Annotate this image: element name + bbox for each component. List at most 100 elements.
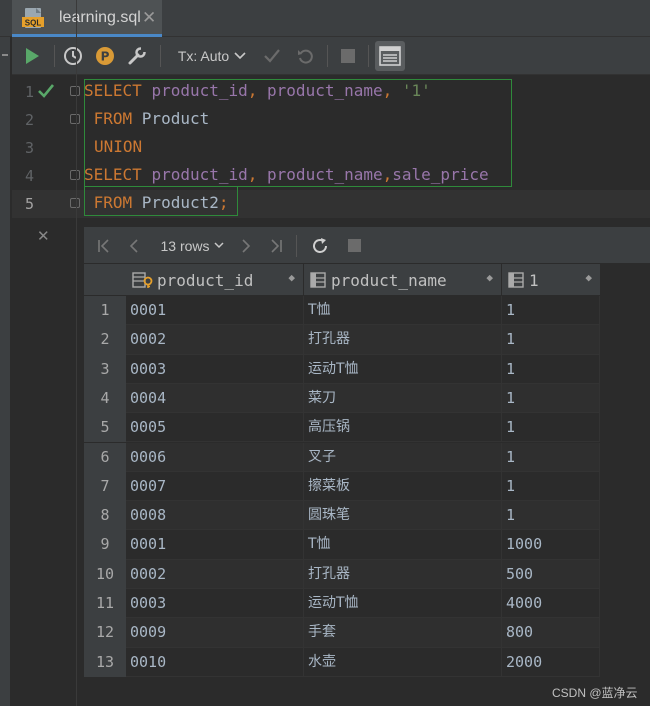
column-header-product-id[interactable]: product_id ◆ — [126, 264, 304, 296]
cell-product-id[interactable]: 0003 — [126, 354, 304, 384]
cell-product-name[interactable]: 圆珠笔 — [304, 501, 502, 531]
rollback-button[interactable] — [294, 37, 318, 75]
table-row[interactable]: 2 0002 打孔器 1 — [84, 325, 600, 355]
cell-product-id[interactable]: 0005 — [126, 413, 304, 443]
console-button[interactable] — [375, 41, 405, 71]
cell-product-name[interactable]: 运动T恤 — [304, 354, 502, 384]
sort-icon[interactable]: ◆ — [486, 271, 493, 284]
cell-value[interactable]: 1 — [502, 442, 600, 472]
cell-product-name[interactable]: 高压锅 — [304, 413, 502, 443]
cell-product-id[interactable]: 0001 — [126, 296, 304, 326]
cell-product-id[interactable]: 0001 — [126, 530, 304, 560]
code-line: FROM Product — [84, 109, 210, 128]
column-icon — [508, 272, 524, 288]
prev-page-button[interactable] — [122, 227, 146, 264]
fold-marker[interactable] — [70, 170, 80, 180]
sql-editor[interactable]: 1 2 3 4 5 SELECT product_id, product_nam… — [12, 76, 650, 224]
cell-product-name[interactable]: 水壶 — [304, 647, 502, 677]
sort-icon[interactable]: ◆ — [585, 271, 592, 284]
sort-icon[interactable]: ◆ — [288, 271, 295, 284]
cell-product-id[interactable]: 0007 — [126, 471, 304, 502]
table-row[interactable]: 5 0005 高压锅 1 — [84, 413, 600, 443]
cell-value[interactable]: 1 — [502, 383, 600, 414]
table-row[interactable]: 6 0006 叉子 1 — [84, 442, 600, 472]
cell-product-id[interactable]: 0006 — [126, 442, 304, 472]
cell-product-id[interactable]: 0003 — [126, 589, 304, 619]
cell-product-id[interactable]: 0010 — [126, 647, 304, 677]
cell-product-id[interactable]: 0008 — [126, 501, 304, 531]
cell-value[interactable]: 1000 — [502, 530, 600, 560]
cell-product-name[interactable]: 运动T恤 — [304, 589, 502, 619]
cell-value[interactable]: 1 — [502, 325, 600, 355]
table-row[interactable]: 4 0004 菜刀 1 — [84, 383, 600, 414]
cell-product-id[interactable]: 0004 — [126, 383, 304, 414]
cell-value[interactable]: 1 — [502, 413, 600, 443]
run-button[interactable] — [18, 37, 46, 75]
row-number: 4 — [84, 383, 126, 414]
chevron-left-icon — [129, 238, 138, 253]
cell-product-name[interactable]: T恤 — [304, 296, 502, 326]
transaction-mode-dropdown[interactable]: Tx: Auto — [172, 37, 252, 75]
table-row[interactable]: 1 0001 T恤 1 — [84, 296, 600, 326]
code-token: , — [247, 165, 268, 184]
code-token: product_name — [267, 81, 383, 100]
cell-value[interactable]: 800 — [502, 618, 600, 648]
close-results-icon[interactable]: ✕ — [37, 227, 50, 245]
fold-marker[interactable] — [70, 114, 80, 124]
first-page-icon — [98, 238, 109, 253]
cell-value[interactable]: 1 — [502, 501, 600, 531]
cell-product-name[interactable]: 擦菜板 — [304, 471, 502, 502]
code-token: sale_price — [392, 165, 489, 184]
stop-button[interactable] — [336, 37, 360, 75]
last-page-button[interactable] — [264, 227, 288, 264]
explain-plan-button[interactable]: P — [92, 37, 118, 75]
refresh-button[interactable] — [308, 227, 332, 264]
cell-value[interactable]: 1 — [502, 296, 600, 326]
history-button[interactable] — [60, 37, 86, 75]
column-header-1[interactable]: 1 ◆ — [502, 264, 600, 296]
tx-mode-label: Tx: Auto — [177, 48, 230, 64]
cell-product-name[interactable]: 打孔器 — [304, 325, 502, 355]
cell-value[interactable]: 1 — [502, 354, 600, 384]
cell-value[interactable]: 4000 — [502, 589, 600, 619]
cell-product-name[interactable]: T恤 — [304, 530, 502, 560]
svg-text:P: P — [101, 50, 110, 64]
check-icon — [264, 49, 280, 63]
table-row[interactable]: 9 0001 T恤 1000 — [84, 530, 600, 560]
results-toolbar: 13 rows — [84, 227, 650, 264]
next-page-button[interactable] — [234, 227, 258, 264]
column-header-label: 1 — [529, 270, 539, 290]
table-row[interactable]: 7 0007 擦菜板 1 — [84, 471, 600, 502]
cell-value[interactable]: 2000 — [502, 647, 600, 677]
cell-product-id[interactable]: 0002 — [126, 559, 304, 589]
fold-marker[interactable] — [70, 198, 80, 208]
cell-product-id[interactable]: 0002 — [126, 325, 304, 355]
cell-value[interactable]: 500 — [502, 559, 600, 589]
cell-product-name[interactable]: 叉子 — [304, 442, 502, 472]
table-row[interactable]: 11 0003 运动T恤 4000 — [84, 589, 600, 619]
cell-product-name[interactable]: 菜刀 — [304, 383, 502, 414]
cell-product-id[interactable]: 0009 — [126, 618, 304, 648]
table-row[interactable]: 12 0009 手套 800 — [84, 618, 600, 648]
table-row[interactable]: 10 0002 打孔器 500 — [84, 559, 600, 589]
row-number: 5 — [84, 413, 126, 443]
table-row[interactable]: 13 0010 水壶 2000 — [84, 647, 600, 677]
close-icon[interactable]: ✕ — [142, 8, 156, 28]
column-header-label: product_name — [331, 270, 447, 290]
cell-value[interactable]: 1 — [502, 471, 600, 502]
stop-query-button[interactable] — [342, 227, 366, 264]
column-header-product-name[interactable]: product_name ◆ — [304, 264, 502, 296]
code-token: FROM — [84, 193, 142, 212]
first-page-button[interactable] — [92, 227, 116, 264]
tab-learning-sql[interactable]: SQL learning.sql ✕ — [12, 0, 162, 37]
rows-count-dropdown[interactable]: 13 rows — [156, 227, 228, 264]
fold-marker[interactable] — [70, 86, 80, 96]
code-token: , — [247, 81, 268, 100]
cell-product-name[interactable]: 手套 — [304, 618, 502, 648]
cell-product-name[interactable]: 打孔器 — [304, 559, 502, 589]
commit-button[interactable] — [260, 37, 284, 75]
settings-button[interactable] — [124, 37, 150, 75]
row-number: 10 — [84, 559, 126, 589]
table-row[interactable]: 8 0008 圆珠笔 1 — [84, 501, 600, 531]
table-row[interactable]: 3 0003 运动T恤 1 — [84, 354, 600, 384]
